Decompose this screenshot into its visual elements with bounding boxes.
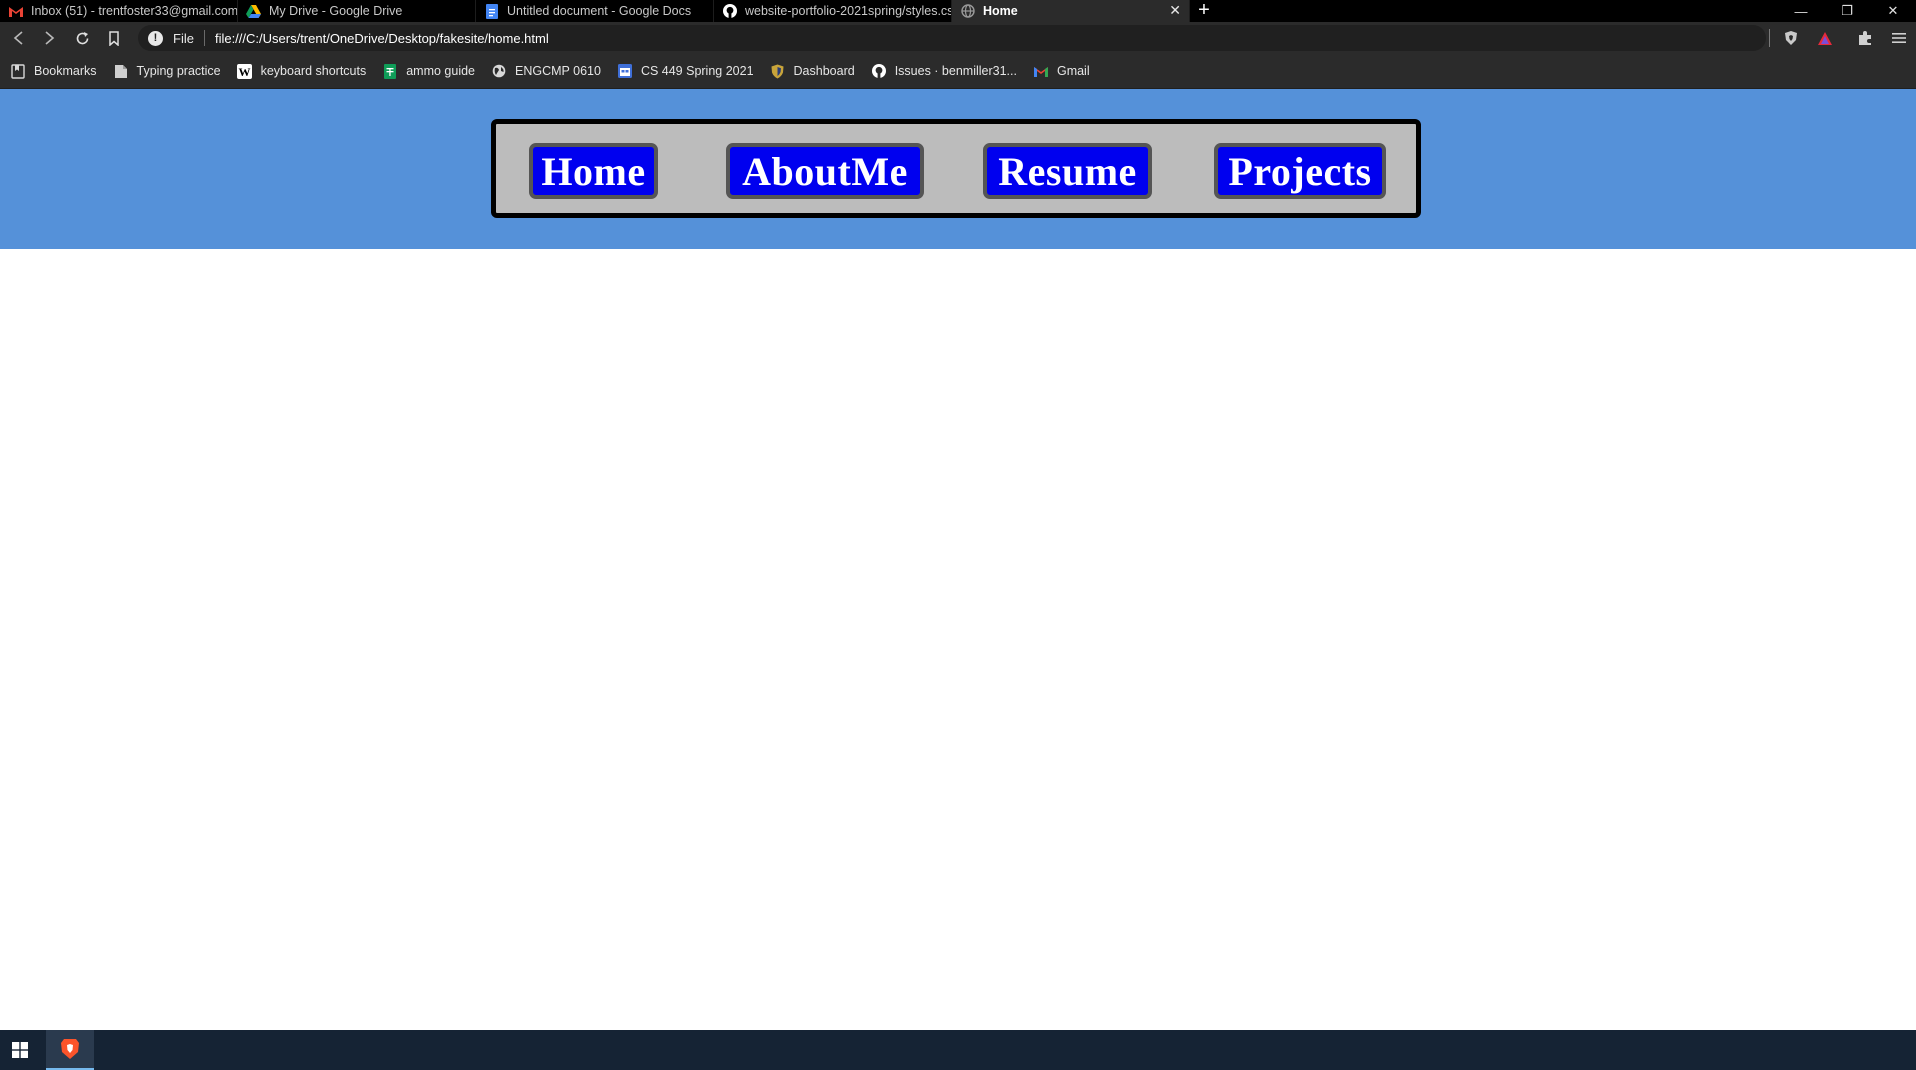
bookmarks-bar: Bookmarks Typing practice W keyboard sho… bbox=[0, 54, 1916, 89]
bookmark-icon bbox=[109, 30, 119, 46]
globe-icon bbox=[491, 63, 507, 79]
bookmark-label: CS 449 Spring 2021 bbox=[640, 64, 754, 78]
browser-toolbar: ! File file:///C:/Users/trent/OneDrive/D… bbox=[0, 22, 1916, 54]
bookmark-label: ammo guide bbox=[406, 64, 476, 78]
bookmark-ammo-guide[interactable]: ammo guide bbox=[382, 63, 475, 79]
tab-label: website-portfolio-2021spring/styles.cs bbox=[745, 4, 951, 18]
bookmark-typing-practice[interactable]: Typing practice bbox=[113, 63, 221, 79]
url-text[interactable]: file:///C:/Users/trent/OneDrive/Desktop/… bbox=[215, 31, 549, 46]
toolbar-right bbox=[1769, 22, 1916, 54]
bookmark-label: Dashboard bbox=[793, 64, 855, 78]
windows-logo-icon bbox=[12, 1042, 28, 1058]
bookmark-label: Gmail bbox=[1056, 64, 1090, 78]
taskbar-brave-browser[interactable] bbox=[46, 1030, 94, 1070]
bookmark-page-button[interactable] bbox=[98, 24, 130, 52]
windows-start-button[interactable] bbox=[0, 1030, 40, 1070]
google-drive-icon bbox=[246, 4, 261, 19]
site-header: Home AboutMe Resume Projects bbox=[0, 89, 1916, 249]
brave-shield-icon bbox=[1785, 31, 1797, 45]
tab-home-active[interactable]: Home ✕ bbox=[952, 0, 1190, 22]
nav-aboutme-link[interactable]: AboutMe bbox=[726, 143, 924, 199]
wikipedia-icon: W bbox=[237, 63, 253, 79]
back-button[interactable] bbox=[2, 24, 34, 52]
back-arrow-icon bbox=[13, 31, 23, 45]
brave-rewards-button[interactable] bbox=[1808, 22, 1842, 54]
bookmark-label: Bookmarks bbox=[34, 64, 97, 78]
tab-gmail-inbox[interactable]: Inbox (51) - trentfoster33@gmail.com bbox=[0, 0, 238, 22]
bookmark-label: ENGCMP 0610 bbox=[515, 64, 601, 78]
tab-google-drive[interactable]: My Drive - Google Drive bbox=[238, 0, 476, 22]
site-nav: Home AboutMe Resume Projects bbox=[491, 119, 1421, 218]
extensions-button[interactable] bbox=[1848, 22, 1882, 54]
sheets-icon bbox=[382, 63, 398, 79]
tab-strip: Inbox (51) - trentfoster33@gmail.com My … bbox=[0, 0, 1916, 22]
globe-icon bbox=[960, 4, 975, 19]
puzzle-icon bbox=[1859, 31, 1871, 45]
bookmark-engcmp-0610[interactable]: ENGCMP 0610 bbox=[491, 63, 601, 79]
restore-button[interactable]: ❐ bbox=[1824, 0, 1870, 22]
tab-github-styles[interactable]: website-portfolio-2021spring/styles.cs bbox=[714, 0, 952, 22]
bookmark-gmail[interactable]: Gmail bbox=[1033, 63, 1090, 79]
tab-label: Home bbox=[983, 4, 1018, 18]
windows-taskbar bbox=[0, 1030, 1916, 1070]
bookmark-dashboard[interactable]: Dashboard bbox=[770, 63, 855, 79]
forward-arrow-icon bbox=[45, 31, 55, 45]
window-controls: — ❐ ✕ bbox=[1778, 0, 1916, 22]
bookmark-label: Issues · benmiller31... bbox=[894, 64, 1017, 78]
address-divider bbox=[203, 30, 205, 46]
close-window-button[interactable]: ✕ bbox=[1870, 0, 1916, 22]
nav-projects-link[interactable]: Projects bbox=[1214, 143, 1386, 199]
reload-button[interactable] bbox=[66, 24, 98, 52]
address-bar[interactable]: ! File file:///C:/Users/trent/OneDrive/D… bbox=[138, 25, 1766, 51]
toolbar-divider bbox=[1769, 29, 1770, 47]
page-icon bbox=[113, 63, 129, 79]
shield-icon bbox=[770, 63, 786, 79]
tab-label: Untitled document - Google Docs bbox=[507, 4, 692, 18]
tab-label: My Drive - Google Drive bbox=[269, 4, 403, 18]
google-docs-icon bbox=[484, 3, 499, 19]
tab-label: Inbox (51) - trentfoster33@gmail.com bbox=[31, 4, 237, 18]
svg-text:W: W bbox=[239, 65, 251, 79]
gmail-icon bbox=[8, 4, 23, 19]
scheme-label: File bbox=[173, 30, 194, 46]
brave-rewards-icon bbox=[1818, 31, 1832, 45]
bookmarks-icon bbox=[10, 63, 26, 79]
bookmark-cs-449[interactable]: CS 449 Spring 2021 bbox=[617, 63, 754, 79]
brave-lion-icon bbox=[61, 1039, 79, 1059]
bookmark-label: keyboard shortcuts bbox=[260, 64, 367, 78]
info-icon[interactable]: ! bbox=[148, 30, 163, 46]
bookmark-keyboard-shortcuts[interactable]: W keyboard shortcuts bbox=[237, 63, 367, 79]
calendar-icon bbox=[617, 63, 633, 79]
tab-google-docs[interactable]: Untitled document - Google Docs bbox=[476, 0, 714, 22]
bookmark-label: Typing practice bbox=[136, 64, 221, 78]
minimize-button[interactable]: — bbox=[1778, 0, 1824, 22]
github-icon bbox=[722, 4, 737, 19]
bookmark-bookmarks[interactable]: Bookmarks bbox=[10, 63, 97, 79]
brave-shields-button[interactable] bbox=[1774, 22, 1808, 54]
bookmark-github-issues[interactable]: Issues · benmiller31... bbox=[871, 63, 1017, 79]
nav-resume-link[interactable]: Resume bbox=[983, 143, 1152, 199]
hamburger-menu-icon bbox=[1892, 33, 1906, 43]
close-tab-icon[interactable]: ✕ bbox=[1169, 2, 1181, 19]
gmail-icon bbox=[1033, 63, 1049, 79]
nav-home-link[interactable]: Home bbox=[529, 143, 658, 199]
new-tab-button[interactable]: + bbox=[1190, 0, 1218, 22]
menu-button[interactable] bbox=[1882, 22, 1916, 54]
reload-icon bbox=[76, 31, 88, 44]
web-page: Home AboutMe Resume Projects bbox=[0, 89, 1916, 1030]
forward-button[interactable] bbox=[34, 24, 66, 52]
github-icon bbox=[871, 63, 887, 79]
